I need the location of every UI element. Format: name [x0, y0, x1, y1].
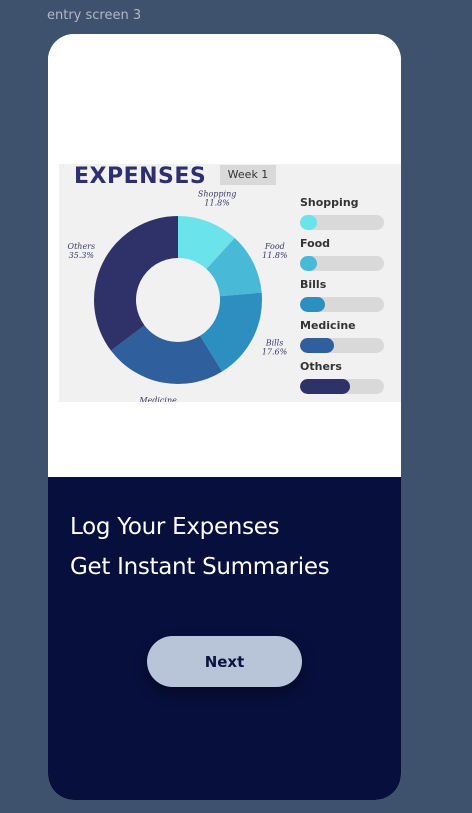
legend-bar-track — [300, 297, 384, 312]
legend-bar-track — [300, 215, 384, 230]
headline: Log Your Expenses Get Instant Summaries — [70, 507, 330, 587]
legend-bar-track — [300, 379, 384, 394]
legend-bar-fill — [300, 215, 317, 230]
slice-label-food: Food 11.8% — [262, 242, 288, 260]
bottom-section: Log Your Expenses Get Instant Summaries … — [48, 477, 401, 800]
legend-item-bills: Bills — [300, 278, 390, 319]
legend-label: Shopping — [300, 196, 359, 209]
legend-item-shopping: Shopping — [300, 196, 390, 237]
legend-bar-fill — [300, 297, 326, 312]
legend-item-food: Food — [300, 237, 390, 278]
legend-label: Medicine — [300, 319, 356, 332]
legend-label: Bills — [300, 278, 327, 291]
slice-label-bills: Bills 17.6% — [262, 338, 288, 356]
legend-bar-track — [300, 256, 384, 271]
frame-label: entry screen 3 — [47, 8, 142, 23]
slice-label-medicine: Medicine23.5% — [138, 396, 177, 402]
headline-line-2: Get Instant Summaries — [70, 554, 330, 580]
top-section: EXPENSES Week 1 Shopping 11.8% Food 11.8% Bi… — [48, 34, 401, 477]
legend-bar-track — [300, 338, 384, 353]
legend-bar-fill — [300, 338, 334, 353]
legend-bar-fill — [300, 256, 317, 271]
phone-screen: EXPENSES Week 1 Shopping 11.8% Food 11.8% Bi… — [48, 34, 401, 800]
expenses-card: EXPENSES Week 1 Shopping 11.8% Food 11.8% Bi… — [59, 164, 401, 402]
legend-label: Others — [300, 360, 342, 373]
legend-bar-fill — [300, 379, 351, 394]
slice-label-shopping: Shopping 11.8% — [198, 189, 237, 207]
slice-label-others: Others 35.3% — [68, 242, 96, 260]
slice-others — [94, 216, 178, 351]
legend-item-others: Others — [300, 360, 390, 401]
legend-item-medicine: Medicine — [300, 319, 390, 360]
next-button[interactable]: Next — [147, 636, 302, 687]
headline-line-1: Log Your Expenses — [70, 514, 280, 540]
legend: Shopping Food Bills Medicine Others — [300, 196, 390, 401]
legend-label: Food — [300, 237, 331, 250]
